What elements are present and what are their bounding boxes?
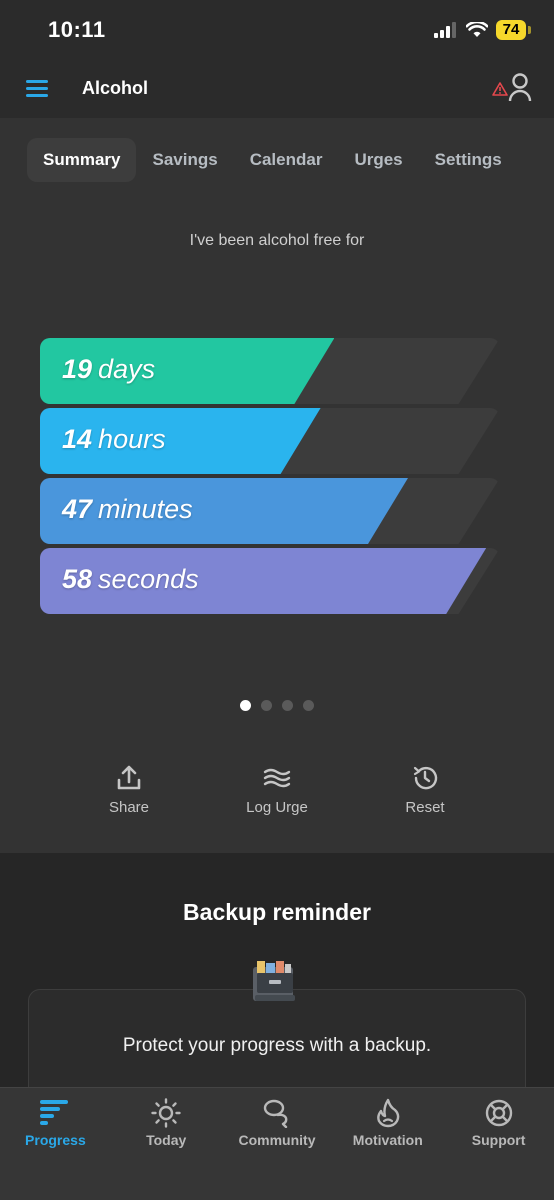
battery-indicator: 74 xyxy=(496,20,531,40)
log-urge-button[interactable]: Log Urge xyxy=(232,763,322,816)
seconds-value: 58 xyxy=(62,564,93,594)
tab-settings[interactable]: Settings xyxy=(419,138,518,182)
nav-today[interactable]: Today xyxy=(111,1088,222,1200)
nav-today-label: Today xyxy=(146,1132,187,1148)
page-dot[interactable] xyxy=(303,700,314,711)
backup-title: Backup reminder xyxy=(183,899,371,925)
menu-icon[interactable] xyxy=(26,80,48,98)
tab-savings[interactable]: Savings xyxy=(136,138,233,182)
backup-message: Protect your progress with a backup. xyxy=(122,1035,432,1056)
lifebuoy-icon xyxy=(485,1099,512,1127)
minutes-value: 47 xyxy=(62,494,93,524)
page-indicator xyxy=(0,700,554,711)
page-dot[interactable] xyxy=(282,700,293,711)
cellular-signal-icon xyxy=(434,22,456,38)
minutes-counter: 47 minutes xyxy=(40,478,510,544)
tab-urges[interactable]: Urges xyxy=(338,138,418,182)
summary-panel: Summary Savings Calendar Urges Settings … xyxy=(0,118,554,853)
status-indicators: 74 xyxy=(434,20,531,40)
nav-support-label: Support xyxy=(471,1132,526,1148)
file-cabinet-icon xyxy=(253,961,295,1001)
intro-text: I've been alcohol free for xyxy=(189,232,365,249)
bottom-tab-bar: Progress Today Community Motivation Supp… xyxy=(0,1087,554,1200)
nav-progress-label: Progress xyxy=(25,1132,86,1148)
days-counter: 19 days xyxy=(40,338,510,404)
history-icon xyxy=(413,766,438,790)
progress-icon xyxy=(40,1100,69,1125)
action-row: Share Log Urge Reset xyxy=(0,763,554,816)
status-bar: 10:11 74 xyxy=(0,0,554,62)
minutes-unit: minutes xyxy=(98,494,193,524)
profile-button[interactable] xyxy=(492,72,532,106)
flame-icon xyxy=(376,1098,400,1128)
share-icon xyxy=(117,765,141,790)
nav-motivation[interactable]: Motivation xyxy=(332,1088,443,1200)
hours-unit: hours xyxy=(98,424,166,454)
days-unit: days xyxy=(98,354,156,384)
tab-summary[interactable]: Summary xyxy=(27,138,137,182)
nav-community-label: Community xyxy=(238,1132,316,1148)
user-icon xyxy=(508,73,532,102)
nav-motivation-label: Motivation xyxy=(352,1132,423,1148)
seconds-label: 58 seconds xyxy=(62,564,199,595)
share-label: Share xyxy=(108,799,150,816)
tab-calendar[interactable]: Calendar xyxy=(234,138,339,182)
nav-support[interactable]: Support xyxy=(443,1088,554,1200)
waves-icon xyxy=(263,768,291,788)
warning-icon xyxy=(492,82,508,96)
hours-label: 14 hours xyxy=(62,424,166,455)
days-value: 19 xyxy=(62,354,93,384)
wifi-icon xyxy=(466,22,488,37)
sun-icon xyxy=(151,1098,181,1128)
page-dot[interactable] xyxy=(240,700,251,711)
log-urge-label: Log Urge xyxy=(246,799,308,816)
community-icon xyxy=(263,1099,288,1128)
page-title: Alcohol xyxy=(82,78,148,98)
reset-label: Reset xyxy=(405,799,445,816)
nav-community[interactable]: Community xyxy=(222,1088,333,1200)
nav-progress[interactable]: Progress xyxy=(0,1088,111,1200)
share-button[interactable]: Share xyxy=(84,763,174,816)
app-header: Alcohol xyxy=(0,62,554,118)
seconds-counter: 58 seconds xyxy=(40,548,510,614)
time-counters[interactable]: 19 days 14 hours 47 minutes 58 seconds xyxy=(40,338,510,618)
minutes-label: 47 minutes xyxy=(62,494,193,525)
reset-button[interactable]: Reset xyxy=(380,763,470,816)
hours-value: 14 xyxy=(62,424,93,454)
hours-counter: 14 hours xyxy=(40,408,510,474)
seconds-unit: seconds xyxy=(98,564,199,594)
days-label: 19 days xyxy=(62,354,155,385)
status-time: 10:11 xyxy=(48,17,106,42)
page-dot[interactable] xyxy=(261,700,272,711)
section-tabs: Summary Savings Calendar Urges Settings xyxy=(27,138,518,182)
